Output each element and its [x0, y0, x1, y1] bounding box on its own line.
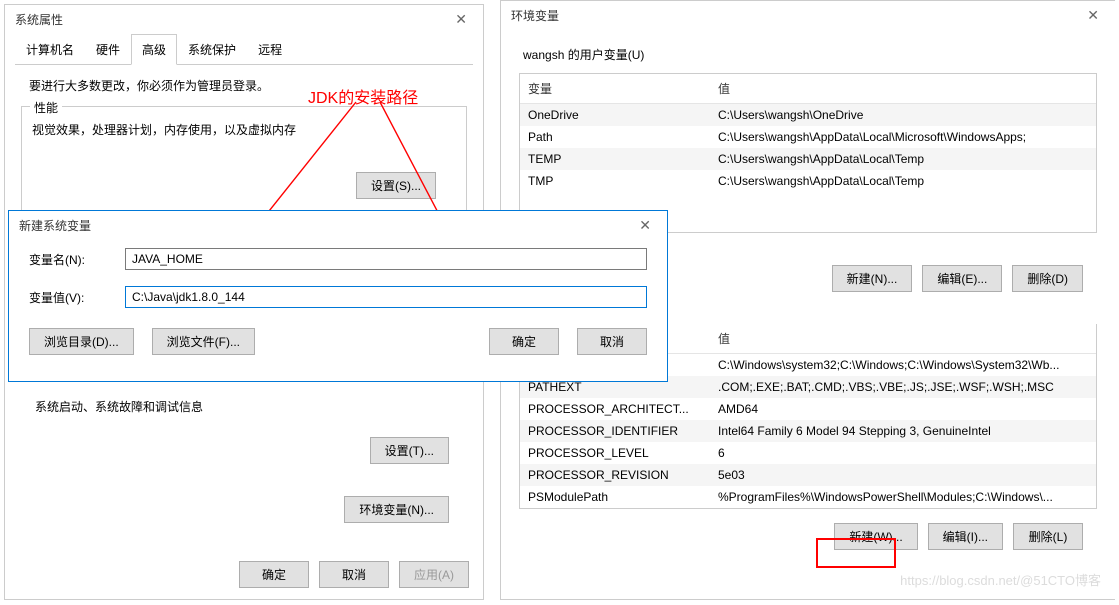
- user-new-button[interactable]: 新建(N)...: [832, 265, 913, 292]
- cell-value: C:\Users\wangsh\AppData\Local\Temp: [710, 170, 1096, 192]
- newvar-title: 新建系统变量: [19, 217, 91, 234]
- performance-title: 性能: [30, 99, 62, 116]
- tab-hardware[interactable]: 硬件: [85, 34, 131, 65]
- sysprops-ok-button[interactable]: 确定: [239, 561, 309, 588]
- user-vars-label: wangsh 的用户变量(U): [519, 40, 1097, 73]
- performance-group: 性能 视觉效果，处理器计划，内存使用，以及虚拟内存 设置(S)...: [21, 106, 467, 220]
- cell-name: PROCESSOR_REVISION: [520, 464, 710, 486]
- watermark: https://blog.csdn.net/@51CTO博客: [900, 570, 1101, 589]
- sys-edit-button[interactable]: 编辑(I)...: [928, 523, 1003, 550]
- performance-desc: 视觉效果，处理器计划，内存使用，以及虚拟内存: [32, 117, 456, 166]
- table-row[interactable]: OneDriveC:\Users\wangsh\OneDrive: [520, 104, 1096, 126]
- tab-system-protection[interactable]: 系统保护: [177, 34, 247, 65]
- var-value-label: 变量值(V):: [29, 289, 119, 306]
- sysprops-apply-button[interactable]: 应用(A): [399, 561, 469, 588]
- col-val[interactable]: 值: [710, 74, 1096, 103]
- new-system-variable-dialog: 新建系统变量 ✕ 变量名(N): JAVA_HOME 变量值(V): C:\Ja…: [8, 210, 668, 382]
- cell-value: Intel64 Family 6 Model 94 Stepping 3, Ge…: [710, 420, 1096, 442]
- user-delete-button[interactable]: 删除(D): [1012, 265, 1083, 292]
- var-name-label: 变量名(N):: [29, 251, 119, 268]
- newvar-cancel-button[interactable]: 取消: [577, 328, 647, 355]
- sysprops-cancel-button[interactable]: 取消: [319, 561, 389, 588]
- close-icon[interactable]: ✕: [633, 217, 657, 234]
- perf-settings-button[interactable]: 设置(S)...: [356, 172, 436, 199]
- cell-name: PROCESSOR_LEVEL: [520, 442, 710, 464]
- cell-name: PROCESSOR_ARCHITECT...: [520, 398, 710, 420]
- annotation-text: JDK的安装路径: [308, 84, 418, 108]
- table-row[interactable]: PROCESSOR_IDENTIFIERIntel64 Family 6 Mod…: [520, 420, 1096, 442]
- var-value-input[interactable]: C:\Java\jdk1.8.0_144: [125, 286, 647, 308]
- envdlg-title: 环境变量: [511, 7, 559, 24]
- tab-advanced[interactable]: 高级: [131, 34, 177, 65]
- cell-value: C:\Users\wangsh\OneDrive: [710, 104, 1096, 126]
- user-vars-list[interactable]: 变量 值 OneDriveC:\Users\wangsh\OneDrivePat…: [519, 73, 1097, 233]
- cell-value: 6: [710, 442, 1096, 464]
- tab-remote[interactable]: 远程: [247, 34, 293, 65]
- sysprops-tabs: 计算机名 硬件 高级 系统保护 远程: [15, 34, 473, 65]
- startup-desc: 系统启动、系统故障和调试信息: [5, 398, 483, 415]
- sysprops-title: 系统属性: [15, 11, 63, 28]
- col-var[interactable]: 变量: [520, 74, 710, 103]
- sysprops-titlebar: 系统属性 ✕: [5, 5, 483, 34]
- cell-value: C:\Users\wangsh\AppData\Local\Microsoft\…: [710, 126, 1096, 148]
- close-icon[interactable]: ✕: [449, 11, 473, 28]
- table-row[interactable]: TEMPC:\Users\wangsh\AppData\Local\Temp: [520, 148, 1096, 170]
- close-icon[interactable]: ✕: [1081, 7, 1105, 24]
- user-edit-button[interactable]: 编辑(E)...: [922, 265, 1002, 292]
- cell-name: OneDrive: [520, 104, 710, 126]
- col-val-sys[interactable]: 值: [710, 324, 1096, 353]
- cell-name: PSModulePath: [520, 486, 710, 508]
- cell-name: TMP: [520, 170, 710, 192]
- envdlg-titlebar: 环境变量 ✕: [501, 1, 1115, 30]
- cell-value: C:\Windows\system32;C:\Windows;C:\Window…: [710, 354, 1096, 376]
- cell-value: 5e03: [710, 464, 1096, 486]
- var-name-input[interactable]: JAVA_HOME: [125, 248, 647, 270]
- table-row[interactable]: PROCESSOR_LEVEL6: [520, 442, 1096, 464]
- sys-delete-button[interactable]: 删除(L): [1013, 523, 1083, 550]
- cell-name: Path: [520, 126, 710, 148]
- browse-dir-button[interactable]: 浏览目录(D)...: [29, 328, 134, 355]
- newvar-ok-button[interactable]: 确定: [489, 328, 559, 355]
- cell-name: PROCESSOR_IDENTIFIER: [520, 420, 710, 442]
- cell-value: %ProgramFiles%\WindowsPowerShell\Modules…: [710, 486, 1096, 508]
- table-row[interactable]: PROCESSOR_ARCHITECT...AMD64: [520, 398, 1096, 420]
- newvar-titlebar: 新建系统变量 ✕: [9, 211, 667, 240]
- sys-new-button[interactable]: 新建(W)...: [834, 523, 917, 550]
- table-row[interactable]: PSModulePath%ProgramFiles%\WindowsPowerS…: [520, 486, 1096, 508]
- cell-name: TEMP: [520, 148, 710, 170]
- env-vars-button[interactable]: 环境变量(N)...: [344, 496, 449, 523]
- cell-value: AMD64: [710, 398, 1096, 420]
- browse-file-button[interactable]: 浏览文件(F)...: [152, 328, 255, 355]
- table-row[interactable]: TMPC:\Users\wangsh\AppData\Local\Temp: [520, 170, 1096, 192]
- startup-settings-button[interactable]: 设置(T)...: [370, 437, 449, 464]
- cell-value: C:\Users\wangsh\AppData\Local\Temp: [710, 148, 1096, 170]
- cell-value: .COM;.EXE;.BAT;.CMD;.VBS;.VBE;.JS;.JSE;.…: [710, 376, 1096, 398]
- table-row[interactable]: PathC:\Users\wangsh\AppData\Local\Micros…: [520, 126, 1096, 148]
- tab-computer-name[interactable]: 计算机名: [15, 34, 85, 65]
- table-row[interactable]: PROCESSOR_REVISION5e03: [520, 464, 1096, 486]
